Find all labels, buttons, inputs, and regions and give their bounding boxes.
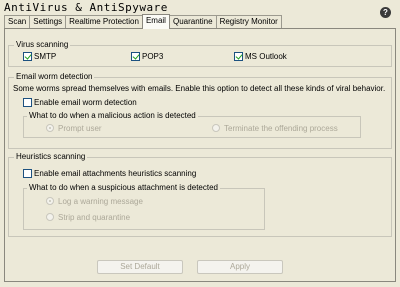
log-warning-radio[interactable]	[46, 197, 54, 205]
suspicious-attachment-subgroup: What to do when a suspicious attachment …	[23, 183, 265, 230]
malicious-action-legend: What to do when a malicious action is de…	[27, 111, 198, 121]
strip-quarantine-radio[interactable]	[46, 213, 54, 221]
enable-heuristics-label: Enable email attachments heuristics scan…	[34, 169, 197, 178]
apply-button[interactable]: Apply	[197, 260, 283, 274]
app-title: AntiVirus & AntiSpyware	[4, 1, 168, 14]
heuristics-group: Heuristics scanning Enable email attachm…	[8, 152, 392, 237]
tab-scan[interactable]: Scan	[4, 15, 31, 29]
enable-worm-detection-checkbox[interactable]	[23, 98, 32, 107]
tab-email[interactable]: Email	[141, 14, 170, 29]
pop3-option[interactable]: POP3	[131, 52, 163, 62]
worm-detection-group: Email worm detection Some worms spread t…	[8, 72, 392, 149]
heuristics-legend: Heuristics scanning	[14, 152, 88, 162]
prompt-user-label: Prompt user	[58, 124, 102, 133]
smtp-label: SMTP	[34, 52, 57, 61]
smtp-checkbox[interactable]	[23, 52, 32, 61]
worm-detection-description: Some worms spread themselves with emails…	[13, 84, 386, 93]
terminate-process-radio[interactable]	[212, 124, 220, 132]
enable-worm-detection-option[interactable]: Enable email worm detection	[23, 98, 137, 108]
ms-outlook-label: MS Outlook	[245, 52, 287, 61]
smtp-option[interactable]: SMTP	[23, 52, 56, 62]
suspicious-attachment-legend: What to do when a suspicious attachment …	[27, 183, 220, 193]
ms-outlook-option[interactable]: MS Outlook	[234, 52, 287, 62]
strip-quarantine-option[interactable]: Strip and quarantine	[46, 213, 130, 223]
pop3-label: POP3	[142, 52, 164, 61]
terminate-process-option[interactable]: Terminate the offending process	[212, 124, 338, 134]
worm-detection-legend: Email worm detection	[14, 72, 95, 82]
tab-registry-monitor[interactable]: Registry Monitor	[215, 15, 282, 29]
prompt-user-radio[interactable]	[46, 124, 54, 132]
enable-worm-detection-label: Enable email worm detection	[34, 98, 137, 107]
strip-quarantine-label: Strip and quarantine	[58, 213, 131, 222]
virus-scanning-group: Virus scanning SMTP POP3 MS Outlook	[8, 40, 392, 67]
virus-scanning-legend: Virus scanning	[14, 40, 71, 50]
terminate-process-label: Terminate the offending process	[224, 124, 338, 133]
pop3-checkbox[interactable]	[131, 52, 140, 61]
ms-outlook-checkbox[interactable]	[234, 52, 243, 61]
tab-realtime-protection[interactable]: Realtime Protection	[65, 15, 143, 29]
set-default-button[interactable]: Set Default	[97, 260, 183, 274]
malicious-action-subgroup: What to do when a malicious action is de…	[23, 111, 361, 138]
tab-settings[interactable]: Settings	[29, 15, 67, 29]
email-settings-panel: Virus scanning SMTP POP3 MS Outlook Emai…	[4, 28, 396, 282]
enable-heuristics-checkbox[interactable]	[23, 169, 32, 178]
tab-quarantine[interactable]: Quarantine	[168, 15, 217, 29]
log-warning-option[interactable]: Log a warning message	[46, 197, 143, 207]
help-icon[interactable]: ?	[380, 7, 391, 18]
tab-bar: Scan Settings Realtime Protection Email …	[4, 14, 282, 29]
prompt-user-option[interactable]: Prompt user	[46, 124, 102, 134]
log-warning-label: Log a warning message	[58, 197, 143, 206]
enable-heuristics-option[interactable]: Enable email attachments heuristics scan…	[23, 169, 196, 179]
